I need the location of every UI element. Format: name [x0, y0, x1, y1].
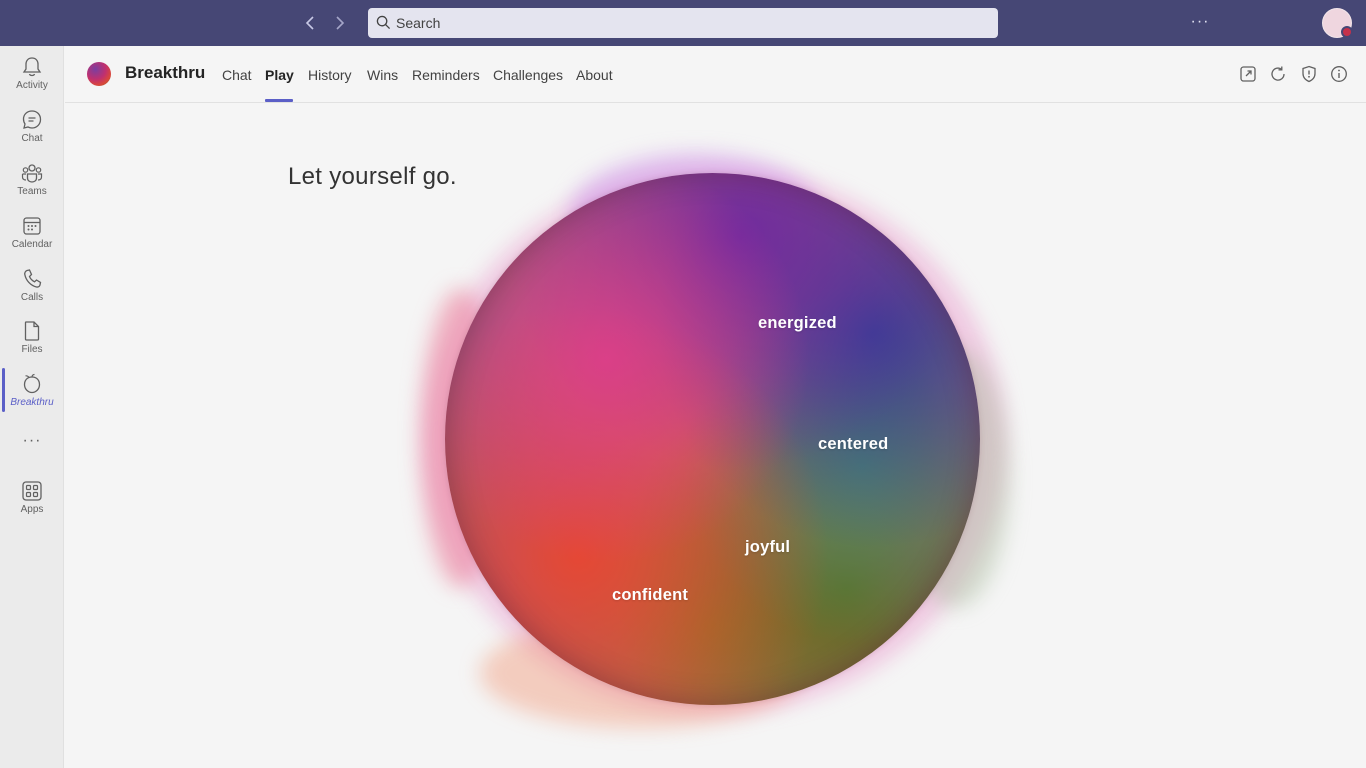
apps-icon: [22, 481, 42, 501]
app-title: Breakthru: [125, 63, 206, 82]
shield-icon[interactable]: [1300, 65, 1318, 83]
rail-label: Activity: [16, 80, 48, 91]
search-icon: [376, 15, 391, 30]
breakthru-logo-icon: [87, 62, 111, 86]
active-tab-indicator: [265, 99, 293, 102]
breakthru-icon: [23, 373, 41, 394]
app-rail: Activity Chat Teams Calendar Calls Files…: [0, 46, 64, 768]
chat-icon: [22, 110, 42, 129]
rail-item-chat[interactable]: Chat: [0, 101, 64, 151]
tab-chat[interactable]: Chat: [222, 67, 252, 83]
teams-icon: [21, 164, 43, 183]
rail-item-files[interactable]: Files: [0, 312, 64, 362]
refresh-icon[interactable]: [1269, 65, 1287, 83]
rail-label: Apps: [20, 504, 44, 515]
mood-orb[interactable]: energized centered joyful confident: [420, 148, 1020, 728]
tab-history[interactable]: History: [308, 67, 352, 83]
pop-out-icon[interactable]: [1239, 65, 1257, 83]
title-bar: ···: [0, 0, 1366, 46]
rail-label: Breakthru: [10, 397, 54, 408]
search-input[interactable]: [396, 8, 986, 38]
rail-label: Files: [21, 344, 43, 355]
mood-sphere[interactable]: [445, 173, 980, 705]
tab-about[interactable]: About: [576, 67, 613, 83]
rail-item-apps[interactable]: Apps: [0, 472, 64, 522]
tab-reminders[interactable]: Reminders: [412, 67, 480, 83]
more-apps-icon[interactable]: ···: [0, 432, 64, 450]
bell-icon: [22, 57, 42, 77]
rail-item-calendar[interactable]: Calendar: [0, 207, 64, 257]
mood-joyful[interactable]: joyful: [745, 538, 790, 557]
rail-label: Teams: [17, 186, 47, 197]
rail-item-calls[interactable]: Calls: [0, 260, 64, 310]
phone-icon: [24, 269, 42, 288]
mood-confident[interactable]: confident: [612, 586, 688, 605]
rail-item-activity[interactable]: Activity: [0, 48, 64, 98]
info-icon[interactable]: [1330, 65, 1348, 83]
presence-badge: [1341, 26, 1353, 38]
rail-label: Chat: [21, 133, 43, 144]
file-icon: [24, 321, 40, 341]
tab-play[interactable]: Play: [265, 67, 294, 83]
more-options-icon[interactable]: ···: [1188, 11, 1212, 35]
mood-energized[interactable]: energized: [758, 314, 837, 333]
rail-label: Calendar: [11, 239, 53, 250]
tab-wins[interactable]: Wins: [367, 67, 398, 83]
forward-arrow-icon[interactable]: [327, 11, 351, 35]
rail-item-breakthru[interactable]: Breakthru: [0, 365, 64, 415]
tab-challenges[interactable]: Challenges: [493, 67, 563, 83]
search-bar[interactable]: [368, 8, 998, 38]
back-arrow-icon[interactable]: [299, 11, 323, 35]
calendar-icon: [23, 217, 41, 235]
rail-item-teams[interactable]: Teams: [0, 154, 64, 204]
app-header: Breakthru Chat Play History Wins Reminde…: [65, 46, 1366, 103]
play-content: Let yourself go. energized centered joyf…: [65, 103, 1366, 768]
mood-centered[interactable]: centered: [818, 435, 888, 454]
rail-label: Calls: [20, 292, 44, 303]
